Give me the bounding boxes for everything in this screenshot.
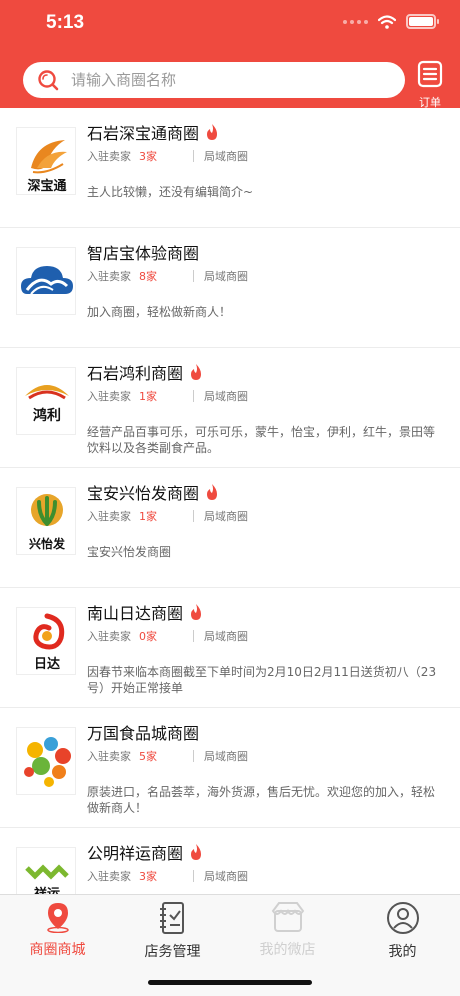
order-button[interactable]: 订单	[412, 60, 448, 110]
circle-title: 石岩鸿利商圈	[87, 360, 203, 384]
circle-title: 宝安兴怡发商圈	[87, 480, 219, 504]
cloud-logo-icon	[16, 247, 76, 315]
circle-title: 智店宝体验商圈	[87, 244, 200, 263]
divider	[193, 870, 194, 882]
status-icons	[343, 14, 439, 29]
circle-meta: 入驻卖家 8家 局域商圈	[87, 270, 248, 283]
circle-description: 主人比较懒，还没有编辑简介~	[87, 185, 254, 199]
circle-description: 因春节来临本商圈截至下单时间为2月10日2月11日送货初八（23号）开始正常接单	[87, 665, 437, 695]
shop-icon	[271, 902, 304, 932]
svg-text:鸿利: 鸿利	[33, 407, 61, 424]
circle-meta: 入驻卖家 0家 局域商圈	[87, 630, 248, 643]
location-pin-icon	[46, 903, 69, 934]
search-bar[interactable]	[23, 62, 405, 98]
chevron-logo-icon: 祥运	[16, 847, 76, 894]
circle-type: 局域商圈	[204, 870, 248, 883]
search-input[interactable]	[71, 71, 371, 89]
circle-title: 石岩深宝通商圈	[87, 120, 219, 144]
svg-text:深宝通: 深宝通	[27, 178, 66, 194]
divider	[193, 630, 194, 642]
phoenix-logo-icon: 深宝通	[16, 127, 76, 195]
circle-meta: 入驻卖家 3家 局域商圈	[87, 150, 248, 163]
wheat-logo-icon: 兴怡发	[16, 487, 76, 555]
tab-label: 我的	[388, 944, 417, 960]
seller-count: 8家	[139, 270, 157, 283]
battery-icon	[406, 14, 439, 29]
circle-title: 万国食品城商圈	[87, 724, 200, 743]
home-indicator	[148, 980, 312, 985]
circle-type: 局域商圈	[204, 150, 248, 163]
circle-description: 原装进口，名品荟萃，海外货源，售后无忧。欢迎您的加入，轻松做新商人！	[87, 785, 436, 815]
list-item[interactable]: 万国食品城商圈 入驻卖家 5家 局域商圈 原装进口，名品荟萃，海外货源，售后无忧…	[0, 708, 460, 828]
tab-my-shop[interactable]: 我的微店	[230, 901, 345, 959]
divider	[193, 750, 194, 762]
circle-title: 公明祥运商圈	[87, 840, 203, 864]
status-time: 5:13	[46, 12, 85, 33]
tab-label: 我的微店	[259, 942, 316, 958]
hot-fire-icon	[191, 844, 202, 860]
tab-label: 商圈商城	[29, 942, 86, 958]
list-item[interactable]: 鸿利 石岩鸿利商圈 入驻卖家 1家 局域商圈 经营产品百事可乐，可乐可乐，蒙牛，…	[0, 348, 460, 468]
circle-meta: 入驻卖家 3家 局域商圈	[87, 870, 248, 883]
circle-description: 宝安兴怡发商圈	[87, 545, 172, 559]
seller-count: 5家	[139, 750, 157, 763]
circle-title: 南山日达商圈	[87, 600, 203, 624]
wifi-icon	[378, 14, 396, 29]
list-item[interactable]: 祥运 公明祥运商圈 入驻卖家 3家 局域商圈	[0, 828, 460, 894]
circle-meta: 入驻卖家 5家 局域商圈	[87, 750, 248, 763]
circle-meta: 入驻卖家 1家 局域商圈	[87, 390, 248, 403]
divider	[193, 270, 194, 282]
tab-store-management[interactable]: 店务管理	[115, 901, 230, 961]
hot-fire-icon	[207, 124, 218, 140]
list-item[interactable]: 智店宝体验商圈 入驻卖家 8家 局域商圈 加入商圈，轻松做新商人！	[0, 228, 460, 348]
hot-fire-icon	[191, 364, 202, 380]
circle-description: 经营产品百事可乐，可乐可乐，蒙牛，怡宝，伊利，红牛，景田等饮料以及各类副食产品。	[87, 425, 436, 455]
circle-list: 深宝通 石岩深宝通商圈 入驻卖家 3家 局域商圈 主人比较懒，还没有编辑简介~	[0, 108, 460, 894]
svg-text:兴怡发: 兴怡发	[29, 536, 66, 551]
user-icon	[386, 902, 419, 934]
circle-type: 局域商圈	[204, 390, 248, 403]
circle-description: 加入商圈，轻松做新商人！	[87, 305, 232, 319]
divider	[193, 150, 194, 162]
tab-mine[interactable]: 我的	[345, 901, 460, 961]
divider	[193, 390, 194, 402]
header: 5:13 订单	[0, 0, 460, 110]
arc-logo-icon: 鸿利	[16, 367, 76, 435]
swirl-logo-icon: 日达	[16, 607, 76, 675]
order-list-icon	[417, 60, 443, 88]
divider	[193, 510, 194, 522]
list-item[interactable]: 日达 南山日达商圈 入驻卖家 0家 局域商圈 因春节来临本商圈截至下单时间为2月…	[0, 588, 460, 708]
circle-type: 局域商圈	[204, 510, 248, 523]
seller-count: 1家	[139, 390, 157, 403]
tab-circle-mall[interactable]: 商圈商城	[0, 901, 115, 959]
circle-type: 局域商圈	[204, 630, 248, 643]
seller-count: 0家	[139, 630, 157, 643]
svg-text:祥运: 祥运	[34, 886, 60, 894]
dots-logo-icon	[16, 727, 76, 795]
seller-count: 3家	[139, 870, 157, 883]
tab-label: 店务管理	[144, 944, 201, 960]
circle-type: 局域商圈	[204, 750, 248, 763]
seller-count: 3家	[139, 150, 157, 163]
circle-meta: 入驻卖家 1家 局域商圈	[87, 510, 248, 523]
list-item[interactable]: 兴怡发 宝安兴怡发商圈 入驻卖家 1家 局域商圈 宝安兴怡发商圈	[0, 468, 460, 588]
list-item[interactable]: 深宝通 石岩深宝通商圈 入驻卖家 3家 局域商圈 主人比较懒，还没有编辑简介~	[0, 108, 460, 228]
hot-fire-icon	[207, 484, 218, 500]
signal-icon	[343, 19, 368, 24]
circle-type: 局域商圈	[204, 270, 248, 283]
hot-fire-icon	[191, 604, 202, 620]
seller-count: 1家	[139, 510, 157, 523]
svg-text:日达: 日达	[34, 656, 60, 672]
notebook-icon	[159, 902, 184, 934]
search-icon	[38, 70, 59, 91]
